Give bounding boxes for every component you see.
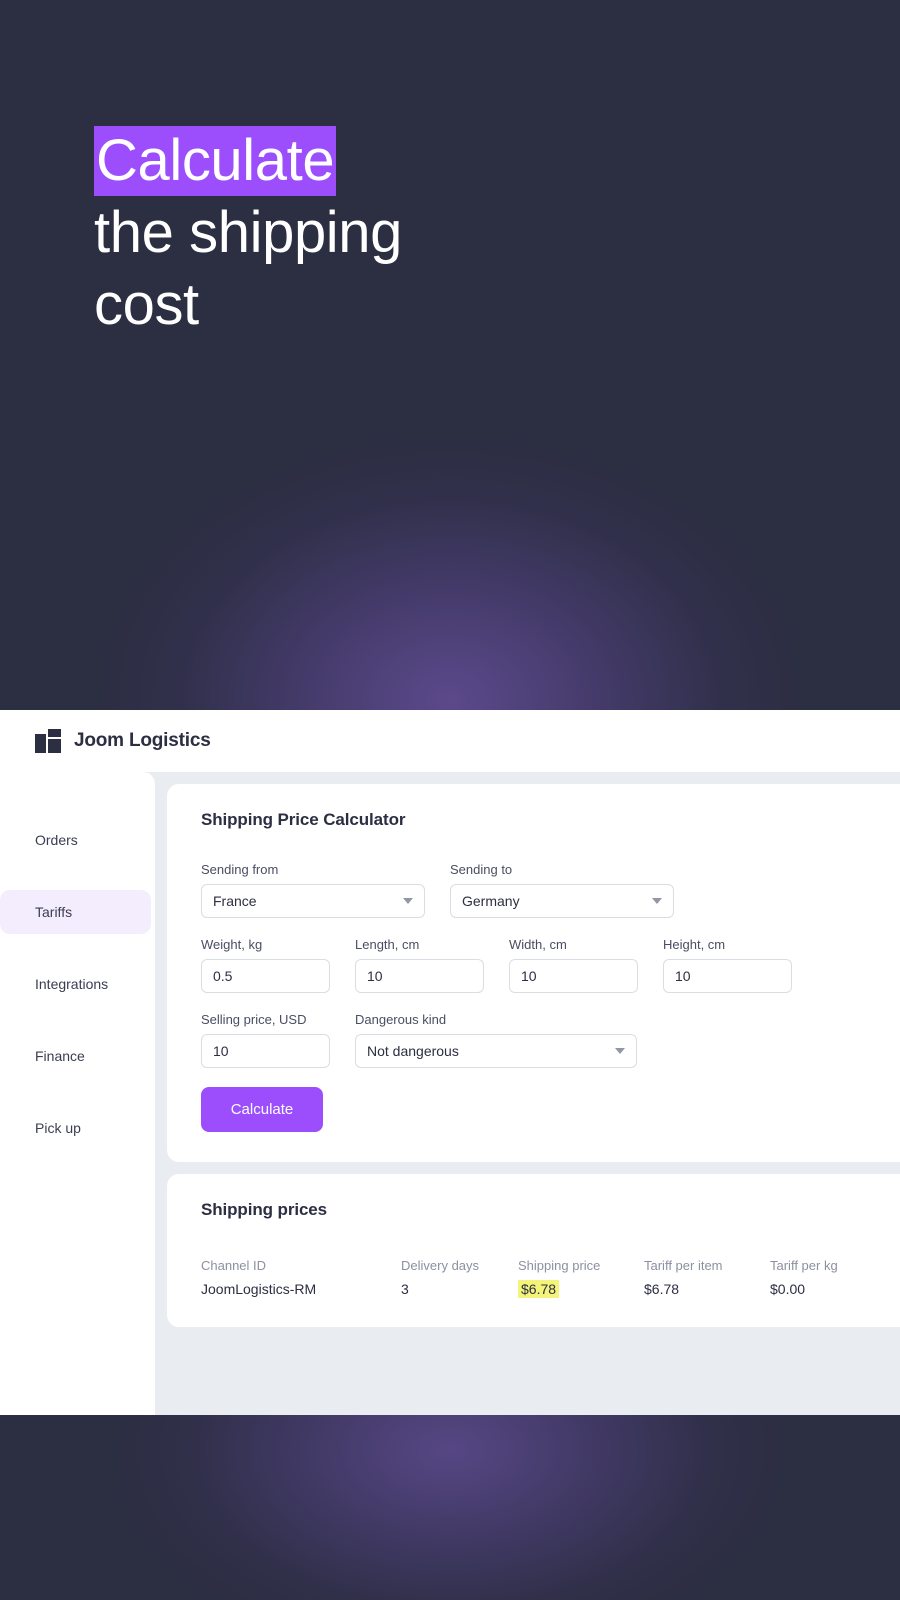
sidebar-item-label: Integrations [35,976,109,992]
logo-block-bottom-right [48,739,61,753]
logo-block-left [35,734,46,753]
sending-to-field: Sending to Germany [450,862,674,918]
app-header: Joom Logistics [0,710,900,772]
sending-from-field: Sending from France [201,862,425,918]
table-header: Channel ID Delivery days Shipping price … [201,1258,895,1281]
shipping-price-highlight: $6.78 [518,1280,560,1298]
sending-from-value: France [213,893,257,909]
height-input[interactable]: 10 [663,959,792,993]
length-value: 10 [367,968,383,984]
sidebar-item-integrations[interactable]: Integrations [0,962,155,1006]
hero-section: Calculate the shipping cost [0,0,900,710]
footer-band [0,1415,900,1600]
selling-price-input[interactable]: 10 [201,1034,330,1068]
weight-field: Weight, kg 0.5 [201,937,330,993]
chevron-down-icon [403,898,413,904]
hero-glow-decoration [0,440,900,710]
shipping-prices-title: Shipping prices [201,1200,328,1219]
page-title: Shipping Price Calculator [201,810,406,829]
column-header-channel-id: Channel ID [201,1258,267,1273]
dimensions-field-row: Weight, kg 0.5 Length, cm 10 Width, cm 1… [201,937,895,993]
dangerous-kind-label: Dangerous kind [355,1012,447,1027]
price-danger-field-row: Selling price, USD 10 Dangerous kind Not… [201,1012,895,1068]
shipping-prices-table: Channel ID Delivery days Shipping price … [201,1258,895,1298]
sidebar-item-label: Orders [35,832,78,848]
weight-value: 0.5 [213,968,233,984]
width-input[interactable]: 10 [509,959,638,993]
table-header-row: Channel ID Delivery days Shipping price … [201,1258,895,1281]
column-header-shipping-price: Shipping price [518,1258,601,1273]
cell-channel-id: JoomLogistics-RM [201,1281,317,1297]
sidebar-item-label: Tariffs [35,904,73,920]
dangerous-kind-value: Not dangerous [367,1043,459,1059]
column-header-tariff-per-item: Tariff per item [644,1258,723,1273]
joom-logistics-logo-icon [35,729,61,753]
length-label: Length, cm [355,937,420,952]
cell-tariff-per-kg: $0.00 [770,1281,806,1297]
sidebar: Orders Tariffs Integrations Finance Pick… [0,772,155,1415]
dangerous-kind-field: Dangerous kind Not dangerous [355,1012,637,1068]
dangerous-kind-select[interactable]: Not dangerous [355,1034,637,1068]
chevron-down-icon [652,898,662,904]
cell-shipping-price: $6.78 [518,1280,644,1298]
chevron-down-icon [615,1048,625,1054]
logo-block-top-right [48,729,61,737]
width-label: Width, cm [509,937,567,952]
sending-to-label: Sending to [450,862,513,877]
sidebar-item-label: Pick up [35,1120,81,1136]
selling-price-field: Selling price, USD 10 [201,1012,330,1068]
height-label: Height, cm [663,937,726,952]
height-field: Height, cm 10 [663,937,792,993]
width-value: 10 [521,968,537,984]
hero-title: Calculate the shipping cost [94,125,402,341]
sidebar-item-orders[interactable]: Orders [0,818,155,862]
main-content: Shipping Price Calculator Sending from F… [155,772,900,1415]
column-header-delivery-days: Delivery days [401,1258,480,1273]
hero-title-line-3: cost [94,271,199,337]
sending-to-value: Germany [462,893,520,909]
sidebar-item-finance[interactable]: Finance [0,1034,155,1078]
calculate-button[interactable]: Calculate [201,1087,323,1132]
sidebar-item-label: Finance [35,1048,85,1064]
footer-glow-decoration [0,1415,900,1600]
sending-from-select[interactable]: France [201,884,425,918]
table-body: JoomLogistics-RM 3 $6.78 $6.78 $0.00 [201,1280,895,1298]
weight-input[interactable]: 0.5 [201,959,330,993]
table-row[interactable]: JoomLogistics-RM 3 $6.78 $6.78 $0.00 [201,1280,895,1298]
column-header-tariff-per-kg: Tariff per kg [770,1258,838,1273]
sidebar-item-pick-up[interactable]: Pick up [0,1106,155,1150]
height-value: 10 [675,968,691,984]
cell-delivery-days: 3 [401,1281,409,1297]
cell-tariff-per-item: $6.78 [644,1281,680,1297]
hero-title-highlight: Calculate [94,125,337,196]
app-body: Orders Tariffs Integrations Finance Pick… [0,772,900,1415]
weight-label: Weight, kg [201,937,263,952]
sending-to-select[interactable]: Germany [450,884,674,918]
selling-price-label: Selling price, USD [201,1012,307,1027]
hero-title-line-2: the shipping [94,199,402,265]
width-field: Width, cm 10 [509,937,638,993]
length-input[interactable]: 10 [355,959,484,993]
length-field: Length, cm 10 [355,937,484,993]
shipping-price-calculator-card: Shipping Price Calculator Sending from F… [167,784,900,1162]
sending-from-label: Sending from [201,862,279,877]
app-window: Joom Logistics Orders Tariffs Integratio… [0,710,900,1415]
shipping-prices-card: Shipping prices Channel ID Delivery days… [167,1174,900,1327]
sidebar-item-tariffs[interactable]: Tariffs [0,890,151,934]
route-field-row: Sending from France Sending to Germany [201,862,895,918]
selling-price-value: 10 [213,1043,229,1059]
app-brand-name: Joom Logistics [74,730,211,751]
